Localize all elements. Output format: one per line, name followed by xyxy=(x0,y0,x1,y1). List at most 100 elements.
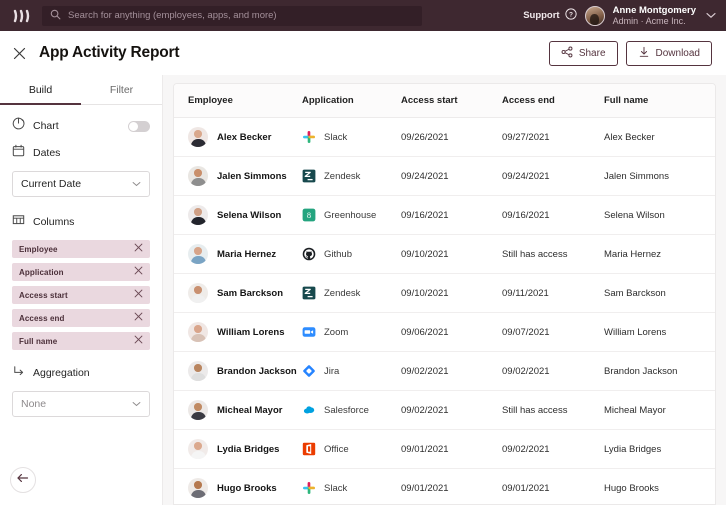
svg-text:?: ? xyxy=(569,12,573,19)
application-name: Zoom xyxy=(324,326,349,338)
column-header-full-name[interactable]: Full name xyxy=(604,84,715,118)
dates-select[interactable]: Current Date xyxy=(12,171,150,197)
table-row[interactable]: Micheal Mayor Salesforce 09/02/2021 Stil… xyxy=(174,390,715,430)
cell-full-name: Alex Becker xyxy=(604,117,715,157)
application-name: Slack xyxy=(324,131,348,143)
cell-application: 8 Greenhouse xyxy=(302,195,401,235)
aggregation-label: Aggregation xyxy=(33,367,90,379)
close-icon[interactable] xyxy=(134,289,143,301)
aggregation-row: Aggregation xyxy=(12,364,150,382)
cell-full-name: Sam Barckson xyxy=(604,273,715,313)
column-header-access-end[interactable]: Access end xyxy=(502,84,604,118)
table-row[interactable]: Sam Barckson Zendesk 09/10/2021 09/11/20… xyxy=(174,273,715,313)
builder-sidebar: Build Filter Chart Dates Current Date Co… xyxy=(0,75,163,505)
cell-employee: Selena Wilson xyxy=(174,195,302,235)
support-label: Support xyxy=(523,10,560,21)
cell-access-start: 09/16/2021 xyxy=(401,195,502,235)
report-table-panel: Employee Application Access start Access… xyxy=(163,75,726,505)
cell-access-start: 09/01/2021 xyxy=(401,429,502,469)
chart-label: Chart xyxy=(33,120,59,132)
share-button[interactable]: Share xyxy=(548,40,618,66)
column-header-application[interactable]: Application xyxy=(302,84,401,118)
sidebar-tabs: Build Filter xyxy=(0,75,162,105)
column-chip-employee[interactable]: Employee xyxy=(12,240,150,258)
global-search[interactable] xyxy=(42,5,422,26)
table-row[interactable]: Hugo Brooks Slack 09/01/2021 09/01/2021 … xyxy=(174,468,715,504)
download-button[interactable]: Download xyxy=(625,40,712,66)
table-body: Alex Becker Slack 09/26/2021 09/27/2021 … xyxy=(174,117,715,504)
close-icon[interactable] xyxy=(134,266,143,278)
close-icon[interactable] xyxy=(134,335,143,347)
table-row[interactable]: Jalen Simmons Zendesk 09/24/2021 09/24/2… xyxy=(174,156,715,196)
employee-name: Micheal Mayor xyxy=(217,404,283,416)
cell-access-start: 09/01/2021 xyxy=(401,468,502,504)
user-account-info[interactable]: Anne Montgomery Admin · Acme Inc. xyxy=(613,5,696,27)
application-name: Salesforce xyxy=(324,404,369,416)
dates-select-value: Current Date xyxy=(21,178,82,190)
application-name: Zendesk xyxy=(324,287,361,299)
table-row[interactable]: Alex Becker Slack 09/26/2021 09/27/2021 … xyxy=(174,117,715,157)
chip-label: Full name xyxy=(19,336,58,346)
close-icon[interactable] xyxy=(134,312,143,324)
cell-application: Salesforce xyxy=(302,390,401,430)
table-header: Employee Application Access start Access… xyxy=(174,84,715,118)
cell-application: Zendesk xyxy=(302,273,401,313)
cell-employee: Jalen Simmons xyxy=(174,156,302,196)
cell-access-end: 09/02/2021 xyxy=(502,351,604,391)
tab-build[interactable]: Build xyxy=(0,75,81,105)
column-header-employee[interactable]: Employee xyxy=(174,84,302,118)
column-chip-full-name[interactable]: Full name xyxy=(12,332,150,350)
close-icon[interactable] xyxy=(134,243,143,255)
slack-icon xyxy=(302,481,316,495)
table-row[interactable]: Brandon Jackson Jira 09/02/2021 09/02/20… xyxy=(174,351,715,391)
cell-access-end: 09/01/2021 xyxy=(502,468,604,504)
brand-wave-logo[interactable] xyxy=(12,7,32,25)
cell-employee: Lydia Bridges xyxy=(174,429,302,469)
user-name: Anne Montgomery xyxy=(612,4,696,16)
tab-filter[interactable]: Filter xyxy=(81,75,162,104)
chevron-down-icon xyxy=(132,400,141,409)
report-body: Build Filter Chart Dates Current Date Co… xyxy=(0,75,726,505)
cell-full-name: Micheal Mayor xyxy=(604,390,715,430)
cell-application: Zendesk xyxy=(302,156,401,196)
avatar[interactable] xyxy=(584,5,605,26)
application-name: Zendesk xyxy=(324,170,361,182)
application-name: Jira xyxy=(324,365,340,377)
cell-employee: Sam Barckson xyxy=(174,273,302,313)
support-button[interactable]: Support ? xyxy=(523,8,577,23)
chart-toggle[interactable] xyxy=(128,120,150,132)
close-icon[interactable] xyxy=(11,45,27,61)
office-icon xyxy=(302,442,316,456)
cell-access-start: 09/10/2021 xyxy=(401,234,502,274)
avatar xyxy=(188,361,208,381)
cell-employee: Hugo Brooks xyxy=(174,468,302,504)
chevron-down-icon[interactable] xyxy=(706,11,716,21)
user-role: Admin · Acme Inc. xyxy=(612,15,686,26)
table-row[interactable]: Maria Hernez Github 09/10/2021 Still has… xyxy=(174,234,715,274)
back-button[interactable] xyxy=(10,467,36,493)
columns-row: Columns xyxy=(12,213,150,231)
aggregation-select[interactable]: None xyxy=(12,391,150,417)
avatar xyxy=(188,166,208,186)
greenhouse-icon: 8 xyxy=(302,208,316,222)
table-row[interactable]: Selena Wilson 8 Greenhouse 09/16/2021 09… xyxy=(174,195,715,235)
employee-name: Brandon Jackson xyxy=(217,365,297,377)
table-row[interactable]: Lydia Bridges Office 09/01/2021 09/02/20… xyxy=(174,429,715,469)
cell-access-end: 09/16/2021 xyxy=(502,195,604,235)
arrow-branch-icon xyxy=(12,364,25,382)
column-chip-application[interactable]: Application xyxy=(12,263,150,281)
column-chip-access-start[interactable]: Access start xyxy=(12,286,150,304)
search-input[interactable] xyxy=(68,10,414,21)
column-header-access-start[interactable]: Access start xyxy=(401,84,502,118)
avatar xyxy=(188,478,208,498)
table-row[interactable]: William Lorens Zoom 09/06/2021 09/07/202… xyxy=(174,312,715,352)
cell-access-end: 09/24/2021 xyxy=(502,156,604,196)
cell-employee: William Lorens xyxy=(174,312,302,352)
cell-access-end: 09/11/2021 xyxy=(502,273,604,313)
employee-name: Lydia Bridges xyxy=(217,443,280,455)
column-chip-access-end[interactable]: Access end xyxy=(12,309,150,327)
cell-full-name: Lydia Bridges xyxy=(604,429,715,469)
employee-name: Alex Becker xyxy=(217,131,272,143)
cell-application: Jira xyxy=(302,351,401,391)
dates-row: Dates xyxy=(12,144,150,162)
